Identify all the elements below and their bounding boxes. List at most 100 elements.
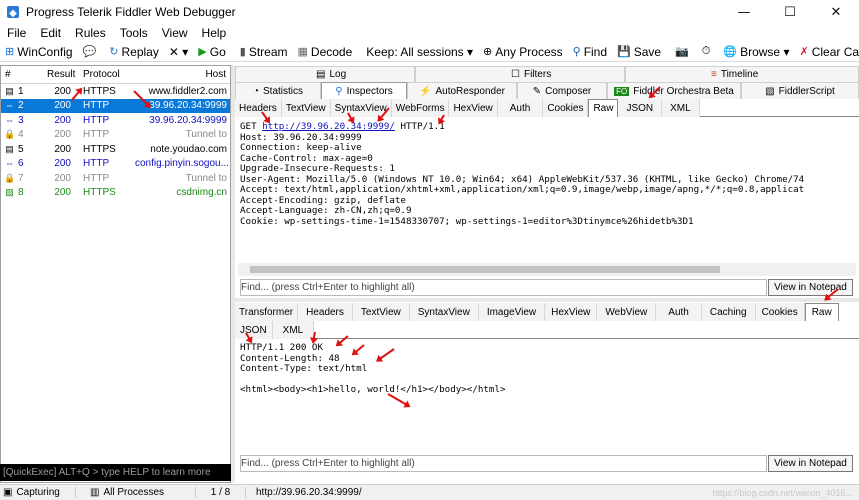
- clear-cache-button[interactable]: ✗Clear Cache: [794, 45, 859, 59]
- menu-edit[interactable]: Edit: [33, 26, 68, 40]
- resp-tab-caching[interactable]: Caching: [701, 303, 756, 321]
- remove-button[interactable]: ✕ ▾: [164, 45, 193, 59]
- resp-tab-syntaxview[interactable]: SyntaxView: [409, 303, 479, 321]
- col-header-result[interactable]: Result: [43, 69, 75, 80]
- request-find-input[interactable]: Find... (press Ctrl+Enter to highlight a…: [240, 279, 767, 296]
- session-id: ▨ 8: [5, 187, 24, 199]
- response-raw-view[interactable]: HTTP/1.1 200 OK Content-Length: 48 Conte…: [240, 342, 506, 396]
- session-result: 200: [54, 85, 71, 97]
- minimize-button[interactable]: —: [721, 0, 767, 24]
- tab-autoresponder[interactable]: ⚡ AutoResponder: [407, 82, 517, 99]
- req-tab-xml[interactable]: XML: [662, 99, 700, 117]
- tab-composer[interactable]: ✎ Composer: [517, 82, 607, 99]
- req-tab-json[interactable]: JSON: [618, 99, 663, 117]
- session-id: ▤ 5: [5, 143, 24, 155]
- resp-tab-json[interactable]: JSON: [235, 321, 273, 339]
- col-header-number[interactable]: #: [1, 69, 43, 80]
- pane-splitter[interactable]: [231, 65, 235, 483]
- resp-tab-raw[interactable]: Raw: [804, 303, 839, 321]
- menu-file[interactable]: File: [0, 26, 33, 40]
- session-row[interactable]: ▨ 8 200 HTTPS csdnimg.cn: [1, 186, 230, 201]
- req-tab-headers[interactable]: Headers: [235, 99, 282, 117]
- inspector-splitter[interactable]: [235, 298, 859, 302]
- resp-tab-hexview[interactable]: HexView: [545, 303, 598, 321]
- save-button[interactable]: 💾 Save: [612, 45, 666, 59]
- resp-tab-cookies[interactable]: Cookies: [755, 303, 805, 321]
- request-h-scrollbar[interactable]: [238, 263, 856, 276]
- req-tab-textview[interactable]: TextView: [281, 99, 331, 117]
- tab-statistics[interactable]: ◔ Statistics: [235, 82, 321, 99]
- resp-tab-imageview[interactable]: ImageView: [478, 303, 546, 321]
- replay-button[interactable]: ↻ Replay: [104, 45, 164, 59]
- quickexec-input[interactable]: [QuickExec] ALT+Q > type HELP to learn m…: [0, 464, 231, 481]
- tab-fiddlerscript[interactable]: ▧ FiddlerScript: [741, 82, 859, 99]
- request-view-in-notepad-button[interactable]: View in Notepad: [768, 279, 853, 296]
- resp-tab-webview[interactable]: WebView: [597, 303, 657, 321]
- tab-filters[interactable]: ☐ Filters: [415, 66, 625, 82]
- resp-tab-xml[interactable]: XML: [272, 321, 315, 339]
- col-header-host[interactable]: Host: [135, 69, 230, 80]
- req-tab-webforms[interactable]: WebForms: [391, 99, 450, 117]
- session-protocol: HTTP: [83, 114, 110, 126]
- req-tab-cookies[interactable]: Cookies: [543, 99, 589, 117]
- capturing-toggle[interactable]: ▣ Capturing: [0, 487, 76, 498]
- resp-tab-textview[interactable]: TextView: [352, 303, 410, 321]
- req-tab-auth[interactable]: Auth: [497, 99, 544, 117]
- session-row[interactable]: ⇔ 2 200 HTTP 39.96.20.34:9999: [1, 98, 230, 113]
- timer-button[interactable]: ⏱: [697, 45, 719, 58]
- resp-tab-auth[interactable]: Auth: [656, 303, 702, 321]
- lock-icon: 🔒: [4, 129, 16, 140]
- session-protocol: HTTPS: [83, 143, 116, 155]
- fiddler-logo-icon: ◆: [7, 6, 19, 19]
- menu-view[interactable]: View: [155, 26, 195, 40]
- menu-help[interactable]: Help: [195, 26, 234, 40]
- req-tab-raw[interactable]: Raw: [588, 99, 619, 117]
- keep-sessions-dropdown[interactable]: Keep: All sessions ▾: [361, 45, 478, 59]
- winconfig-button[interactable]: ⊞ WinConfig: [0, 45, 78, 59]
- session-row[interactable]: 🔒 7 200 HTTP Tunnel to: [1, 171, 230, 186]
- session-result: 200: [54, 143, 71, 155]
- stream-button[interactable]: ▮ Stream: [235, 45, 293, 59]
- session-row[interactable]: ▤ 1 200 HTTPS www.fiddler2.com: [1, 84, 230, 99]
- decode-button[interactable]: ▦ Decode: [293, 45, 358, 59]
- resp-tab-headers[interactable]: Headers: [298, 303, 353, 321]
- screenshot-button[interactable]: 📷: [670, 45, 697, 58]
- session-protocol: HTTPS: [83, 187, 116, 199]
- top-tab-row: ▤ Log ☐ Filters ≡ Timeline: [235, 66, 859, 82]
- maximize-button[interactable]: ☐: [767, 0, 813, 24]
- go-button[interactable]: ▶ Go: [193, 45, 230, 59]
- tab-timeline[interactable]: ≡ Timeline: [625, 66, 859, 82]
- find-button[interactable]: ⚲ Find: [568, 45, 612, 59]
- menu-tools[interactable]: Tools: [113, 26, 155, 40]
- response-view-in-notepad-button[interactable]: View in Notepad: [768, 455, 853, 472]
- script-icon: ▧: [765, 85, 775, 97]
- response-find-input[interactable]: Find... (press Ctrl+Enter to highlight a…: [240, 455, 767, 472]
- tab-fiddler-orchestra[interactable]: FO Fiddler Orchestra Beta: [607, 82, 741, 99]
- comment-button[interactable]: 💬: [78, 45, 105, 58]
- lightning-icon: ⚡: [419, 85, 432, 97]
- tab-inspectors[interactable]: ⚲ Inspectors: [321, 82, 407, 99]
- session-row[interactable]: ⇔ 3 200 HTTP 39.96.20.34:9999: [1, 113, 230, 128]
- request-url-link[interactable]: http://39.96.20.34:9999/: [262, 121, 395, 132]
- session-host: 39.96.20.34:9999: [149, 114, 227, 126]
- scrollbar-thumb[interactable]: [250, 266, 720, 273]
- session-row[interactable]: 🔒 4 200 HTTP Tunnel to: [1, 128, 230, 143]
- request-raw-view[interactable]: GET http://39.96.20.34:9999/ HTTP/1.1 Ho…: [240, 121, 804, 227]
- process-filter[interactable]: ▥ All Processes: [76, 487, 196, 498]
- any-process-button[interactable]: ⊕ Any Process: [478, 45, 568, 59]
- session-row[interactable]: ⇔ 6 200 HTTP config.pinyin.sogou....: [1, 157, 230, 172]
- tab-log[interactable]: ▤ Log: [235, 66, 415, 82]
- menu-rules[interactable]: Rules: [68, 26, 113, 40]
- req-tab-hexview[interactable]: HexView: [449, 99, 498, 117]
- resp-tab-transformer[interactable]: Transformer: [235, 303, 299, 321]
- close-button[interactable]: ✕: [813, 0, 859, 24]
- arrows-icon: ⇔: [5, 114, 14, 125]
- timeline-icon: ≡: [711, 69, 717, 80]
- doc-icon: ▤: [5, 85, 14, 96]
- session-count: 1 / 8: [196, 487, 246, 498]
- session-host: Tunnel to: [185, 172, 227, 184]
- session-row[interactable]: ▤ 5 200 HTTPS note.youdao.com: [1, 142, 230, 157]
- image-icon: ▨: [5, 187, 14, 198]
- browse-button[interactable]: 🌐 Browse ▾: [718, 45, 794, 59]
- col-header-protocol[interactable]: Protocol: [75, 69, 135, 80]
